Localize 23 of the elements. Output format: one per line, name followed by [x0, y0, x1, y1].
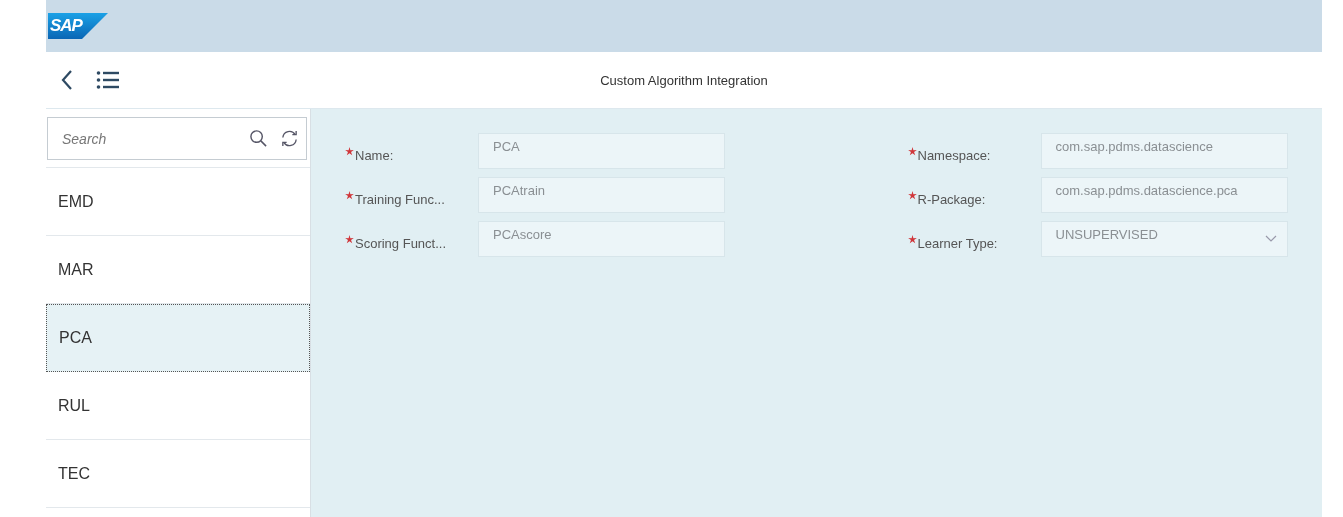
list-item[interactable]: TEC [46, 440, 310, 508]
input-field[interactable]: PCAtrain [478, 177, 725, 213]
back-icon[interactable] [60, 69, 74, 91]
list-item[interactable]: PCA [46, 304, 310, 372]
refresh-icon[interactable] [280, 129, 299, 148]
dropdown-field[interactable]: UNSUPERVISED [1040, 221, 1288, 257]
search-field[interactable]: Search [47, 117, 307, 160]
list-icon[interactable] [96, 70, 120, 90]
field-label: Learner Type: [917, 235, 998, 251]
input-field[interactable]: PCAscore [478, 221, 725, 257]
page-title: Custom Algorithm Integration [600, 72, 768, 88]
sap-logo[interactable]: SAP [48, 13, 108, 39]
list-item[interactable]: EMD [46, 168, 310, 236]
field-label: Name: [355, 147, 394, 163]
input-field[interactable]: com.sap.pdms.datascience [1040, 133, 1288, 169]
field-label: Scoring Funct... [355, 235, 447, 251]
field-label: R-Package: [917, 191, 986, 207]
list-item[interactable]: RUL [46, 372, 310, 440]
field-label: Namespace: [917, 147, 991, 163]
input-field[interactable]: PCA [478, 133, 725, 169]
input-field[interactable]: com.sap.pdms.datascience.pca [1040, 177, 1288, 213]
field-label: Training Func... [355, 191, 445, 207]
search-icon[interactable] [249, 129, 268, 148]
